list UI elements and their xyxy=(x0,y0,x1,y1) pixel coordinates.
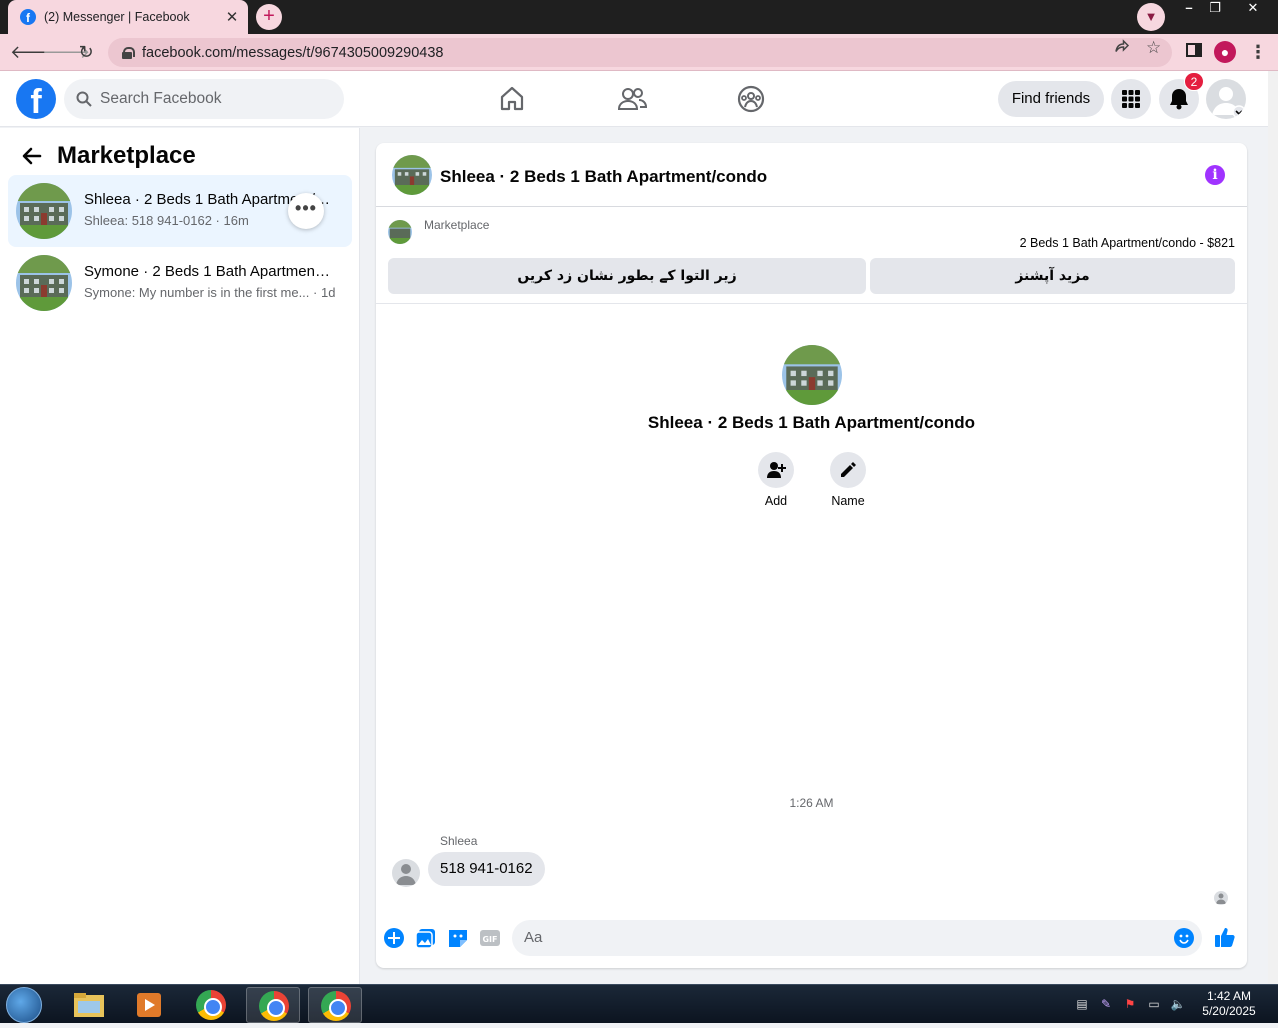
pencil-icon xyxy=(830,452,866,488)
chat-title[interactable]: Shleea · 2 Beds 1 Bath Apartment/condo xyxy=(440,167,767,187)
sticker-icon[interactable] xyxy=(447,927,469,949)
info-icon[interactable]: i xyxy=(1205,165,1225,185)
add-people-button[interactable]: Add xyxy=(746,452,806,508)
browser-tabstrip: f (2) Messenger | Facebook ✕ + ▼ – ❐ ✕ xyxy=(0,0,1278,34)
windows-start-button[interactable] xyxy=(6,987,42,1023)
chrome-taskbar-icon[interactable] xyxy=(184,987,238,1023)
chat-thumbnail[interactable] xyxy=(392,155,432,195)
search-input[interactable]: Search Facebook xyxy=(64,79,344,119)
conversation-preview: Shleea: 518 941-0162 · 16m xyxy=(84,213,249,228)
restore-window-button[interactable]: ❐ xyxy=(1202,0,1228,18)
windows-taskbar: ▤ ✎ ⚑ ▭ 🔈 1:42 AM 5/20/2025 xyxy=(0,984,1278,1023)
listing-thumbnail xyxy=(16,255,72,311)
chat-header: Shleea · 2 Beds 1 Bath Apartment/condo i xyxy=(376,143,1247,207)
account-avatar[interactable] xyxy=(1206,79,1246,119)
sender-avatar[interactable] xyxy=(392,859,420,887)
display-tray-icon[interactable]: ▭ xyxy=(1146,997,1162,1013)
conversation-name: Shleea · 2 Beds 1 Bath Apartment/condo xyxy=(647,413,976,432)
action-center-flag-icon[interactable]: ⚑ xyxy=(1122,997,1138,1013)
notification-badge: 2 xyxy=(1184,72,1204,91)
close-window-button[interactable]: ✕ xyxy=(1240,0,1266,18)
browser-tab-messenger[interactable]: f (2) Messenger | Facebook ✕ xyxy=(8,0,248,34)
photo-icon[interactable] xyxy=(415,927,437,949)
listing-thumbnail xyxy=(16,183,72,239)
plus-actions-icon[interactable] xyxy=(383,927,405,949)
back-arrow-icon[interactable] xyxy=(20,144,44,168)
menu-grid-button[interactable] xyxy=(1111,79,1151,119)
clock-date: 5/20/2025 xyxy=(1202,1004,1256,1018)
conversation-preview: Symone: My number is in the first me... … xyxy=(84,285,336,300)
facebook-logo[interactable]: f xyxy=(16,79,56,119)
gif-icon[interactable]: GIF xyxy=(479,927,501,949)
facebook-favicon-icon: f xyxy=(20,9,36,25)
more-options-button[interactable]: مزید آپشنز xyxy=(870,258,1235,294)
message-timestamp: 1:26 AM xyxy=(789,796,834,810)
tab-close-icon[interactable]: ✕ xyxy=(222,8,242,26)
conversation-item-symone[interactable]: Symone · 2 Beds 1 Bath Apartment/condo S… xyxy=(8,247,352,319)
lock-icon xyxy=(122,46,135,59)
reload-icon[interactable]: ↻ xyxy=(74,40,98,64)
new-tab-button[interactable]: + xyxy=(256,4,282,30)
add-person-icon xyxy=(758,452,794,488)
name-conversation-button[interactable]: Name xyxy=(818,452,878,508)
page-title: Marketplace xyxy=(57,142,196,169)
conversation-item-shleea[interactable]: Shleea · 2 Beds 1 Bath Apartment/condo S… xyxy=(8,175,352,247)
marketplace-label: Marketplace xyxy=(424,218,490,232)
chat-window: Shleea · 2 Beds 1 Bath Apartment/condo i… xyxy=(376,143,1247,968)
file-explorer-taskbar-icon[interactable] xyxy=(62,987,116,1023)
network-tray-icon[interactable]: ▤ xyxy=(1074,997,1090,1013)
message-input[interactable]: Aa xyxy=(512,920,1202,956)
tab-search-chevron-icon[interactable]: ▼ xyxy=(1137,3,1165,31)
media-player-taskbar-icon[interactable] xyxy=(122,987,176,1023)
name-label: Name xyxy=(831,494,865,508)
friends-icon[interactable] xyxy=(616,83,648,115)
listing-small-thumbnail xyxy=(388,220,412,244)
home-icon[interactable] xyxy=(496,83,528,115)
address-bar[interactable]: facebook.com/messages/t/9674305009290438 xyxy=(108,38,1172,67)
minimize-window-button[interactable]: – xyxy=(1176,0,1202,18)
tab-title: (2) Messenger | Facebook xyxy=(44,10,190,24)
browser-toolbar: 🡐 🡒 ↻ facebook.com/messages/t/9674305009… xyxy=(0,34,1278,71)
svg-text:GIF: GIF xyxy=(482,935,497,944)
search-icon xyxy=(76,91,92,107)
marketplace-listing-bar: Marketplace 2 Beds 1 Bath Apartment/cond… xyxy=(376,208,1247,304)
chrome-active-taskbar-icon[interactable] xyxy=(308,987,362,1023)
emoji-icon[interactable] xyxy=(1174,928,1194,948)
facebook-header: f Search Facebook Find friends 2 xyxy=(0,71,1268,127)
browser-menu-icon[interactable]: ⋮ xyxy=(1246,40,1270,64)
conversation-avatar xyxy=(782,345,842,405)
forward-arrow-icon[interactable]: 🡒 xyxy=(42,40,90,64)
find-friends-button[interactable]: Find friends xyxy=(998,81,1104,117)
marketplace-sidebar: Marketplace Shleea · 2 Beds 1 Bath Apart… xyxy=(0,128,360,984)
add-label: Add xyxy=(764,494,788,508)
pen-tray-icon[interactable]: ✎ xyxy=(1098,997,1114,1013)
side-panel-icon[interactable] xyxy=(1182,40,1206,64)
seen-receipt-avatar xyxy=(1214,891,1228,905)
volume-icon[interactable]: 🔈 xyxy=(1170,997,1186,1013)
groups-icon[interactable] xyxy=(735,83,767,115)
back-arrow-icon[interactable]: 🡐 xyxy=(10,40,58,64)
browser-profile-icon[interactable]: ● xyxy=(1214,41,1236,63)
chrome-profile-taskbar-icon[interactable] xyxy=(246,987,300,1023)
share-icon[interactable] xyxy=(1113,38,1131,59)
url-text: facebook.com/messages/t/9674305009290438 xyxy=(142,44,444,61)
thumbs-up-icon[interactable] xyxy=(1214,926,1236,948)
clock-time: 1:42 AM xyxy=(1206,989,1252,1003)
system-clock[interactable]: 1:42 AM 5/20/2025 xyxy=(1196,989,1262,1019)
bookmark-star-icon[interactable]: ☆ xyxy=(1146,38,1161,58)
message-bubble[interactable]: 518 941-0162 xyxy=(428,852,545,886)
listing-title-price[interactable]: 2 Beds 1 Bath Apartment/condo - $821 xyxy=(1020,236,1235,250)
search-placeholder: Search Facebook xyxy=(100,90,222,107)
mark-as-pending-button[interactable]: زیر التوا کے بطور نشان زد کریں xyxy=(388,258,866,294)
grid-icon xyxy=(1122,90,1140,108)
page-scrollbar[interactable] xyxy=(1268,71,1278,984)
sender-name: Shleea xyxy=(440,834,478,848)
conversation-title: Symone · 2 Beds 1 Bath Apartment/condo xyxy=(84,263,334,280)
more-options-button[interactable]: ••• xyxy=(288,193,324,229)
